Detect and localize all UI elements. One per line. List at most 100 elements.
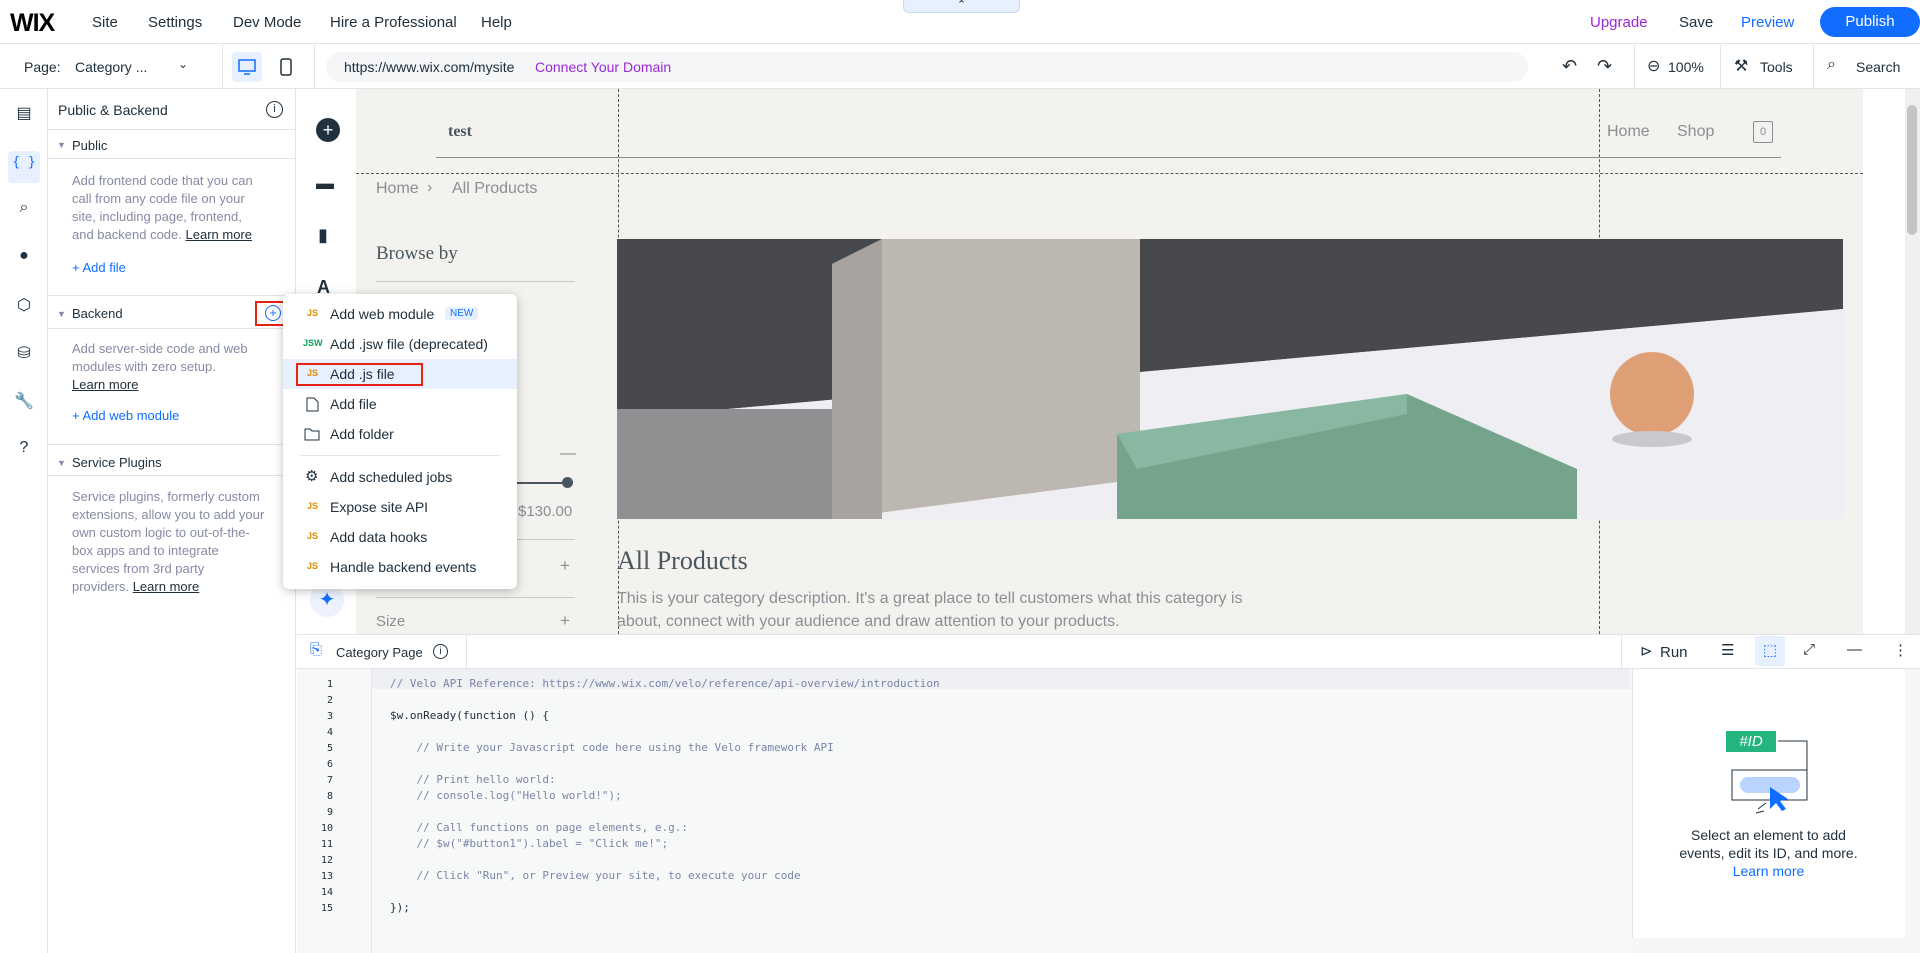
nav-dev-mode[interactable]: Dev Mode <box>233 14 301 31</box>
add-web-module-link[interactable]: + Add web module <box>72 408 179 423</box>
tools-icon: ⚒ <box>1734 58 1749 75</box>
settings-sliders-icon[interactable]: ☰ <box>1721 641 1734 659</box>
collapse-topbar-button[interactable]: ⌃ <box>903 0 1020 13</box>
nav-help[interactable]: Help <box>481 14 512 31</box>
site-nav-home[interactable]: Home <box>1607 123 1650 141</box>
size-filter-label[interactable]: Size <box>376 613 405 630</box>
canvas-scroll-thumb[interactable] <box>1907 105 1917 235</box>
menu-item-add-folder[interactable]: Add folder <box>283 419 517 449</box>
category-heading[interactable]: All Products <box>617 546 748 576</box>
zoom-level[interactable]: 100% <box>1668 59 1704 75</box>
search-icon[interactable]: ⌕ <box>12 199 36 223</box>
divider <box>1720 45 1721 89</box>
public-section-header[interactable]: Public <box>72 138 107 153</box>
menu-item-add-jsw-file[interactable]: JSW Add .jsw file (deprecated) <box>283 329 517 359</box>
plugins-description: Service plugins, formerly custom extensio… <box>72 489 265 594</box>
properties-panel-icon[interactable]: ⬚ <box>1755 636 1785 666</box>
line-number: 13 <box>320 871 333 882</box>
minus-icon[interactable]: — <box>560 445 576 463</box>
page-selector[interactable]: Category ... <box>75 59 147 75</box>
pages-icon[interactable]: ▤ <box>12 103 36 127</box>
code-line: $w.onReady(function () { <box>390 709 549 722</box>
properties-learn-more[interactable]: Learn more <box>1632 862 1905 880</box>
divider <box>376 281 575 282</box>
properties-scrollbar[interactable] <box>1905 669 1920 953</box>
sections-icon[interactable]: ▬ <box>316 173 334 194</box>
backend-section-header[interactable]: Backend <box>72 306 123 321</box>
backend-description: Add server-side code and web modules with… <box>72 340 282 394</box>
help-icon[interactable]: ? <box>12 439 36 463</box>
page-label: Page: <box>24 59 61 75</box>
nav-settings[interactable]: Settings <box>148 14 202 31</box>
code-line: // Call functions on page elements, e.g.… <box>390 821 689 834</box>
nav-hire-professional[interactable]: Hire a Professional <box>330 14 457 31</box>
connect-domain-link[interactable]: Connect Your Domain <box>535 59 671 75</box>
redo-icon[interactable]: ↷ <box>1597 56 1612 77</box>
code-tab-title[interactable]: Category Page <box>336 645 423 660</box>
wrench-icon[interactable]: 🔧 <box>12 391 36 415</box>
desktop-view-button[interactable] <box>232 52 262 82</box>
collapse-icon[interactable]: ▼ <box>57 140 66 150</box>
menu-item-expose-site-api[interactable]: JS Expose site API <box>283 492 517 522</box>
nav-site[interactable]: Site <box>92 14 118 31</box>
line-number: 4 <box>326 727 333 738</box>
plus-icon[interactable]: + <box>560 611 570 631</box>
category-hero-image[interactable] <box>617 239 1843 519</box>
collapse-icon[interactable]: ▼ <box>57 309 66 319</box>
upgrade-link[interactable]: Upgrade <box>1590 14 1648 31</box>
horizontal-scrollbar[interactable] <box>1632 938 1905 953</box>
code-braces-icon: { } <box>12 155 36 170</box>
service-plugins-header[interactable]: Service Plugins <box>72 455 162 470</box>
database-icon[interactable]: ⛁ <box>12 343 36 367</box>
more-icon[interactable]: ⋮ <box>1893 641 1908 659</box>
save-button[interactable]: Save <box>1679 14 1713 31</box>
menu-item-data-hooks[interactable]: JS Add data hooks <box>283 522 517 552</box>
preview-button[interactable]: Preview <box>1741 14 1794 31</box>
site-name[interactable]: test <box>448 123 472 141</box>
wix-logo[interactable]: WIX <box>10 9 55 38</box>
collapse-icon[interactable]: ▼ <box>57 458 66 468</box>
code-line: // console.log("Hello world!"); <box>390 789 622 802</box>
plugins-learn-more[interactable]: Learn more <box>133 579 199 594</box>
price-max: $130.00 <box>518 503 573 520</box>
public-learn-more[interactable]: Learn more <box>186 227 252 242</box>
divider <box>1634 45 1635 89</box>
pages-icon[interactable]: ▮ <box>318 225 328 246</box>
undo-icon[interactable]: ↶ <box>1562 56 1577 77</box>
menu-item-add-file[interactable]: Add file <box>283 389 517 419</box>
run-button[interactable]: Run <box>1660 644 1688 661</box>
zoom-icon: ⊖ <box>1647 58 1661 75</box>
plus-icon[interactable]: + <box>560 556 570 576</box>
gear-icon: ⚙ <box>305 468 319 485</box>
search-button[interactable]: Search <box>1856 59 1900 75</box>
add-elements-icon[interactable]: + <box>316 118 340 142</box>
expand-icon[interactable]: ⤢ <box>1803 641 1815 658</box>
tools-button[interactable]: Tools <box>1760 59 1793 75</box>
add-file-link[interactable]: + Add file <box>72 260 126 275</box>
line-number: 11 <box>320 839 333 850</box>
github-icon[interactable]: ● <box>12 247 36 271</box>
cart-icon[interactable]: 0 <box>1753 121 1773 143</box>
breadcrumb-current: All Products <box>452 180 538 197</box>
chevron-down-icon[interactable]: ⌄ <box>178 57 188 71</box>
search-icon: ⌕ <box>1827 56 1836 73</box>
site-nav-shop[interactable]: Shop <box>1677 123 1714 141</box>
menu-item-add-web-module[interactable]: JS Add web module NEW <box>283 299 517 329</box>
line-number: 3 <box>326 711 333 722</box>
breadcrumb-home[interactable]: Home <box>376 180 419 198</box>
divider <box>48 475 296 476</box>
publish-button[interactable]: Publish <box>1820 7 1920 37</box>
minimize-icon[interactable]: — <box>1847 641 1862 658</box>
price-slider-handle[interactable] <box>562 477 573 488</box>
mobile-view-button[interactable] <box>271 52 301 82</box>
divider <box>222 45 223 89</box>
info-icon[interactable]: i <box>266 101 283 118</box>
menu-item-scheduled-jobs[interactable]: ⚙ Add scheduled jobs <box>283 462 517 492</box>
backend-learn-more[interactable]: Learn more <box>72 376 282 394</box>
menu-item-backend-events[interactable]: JS Handle backend events <box>283 552 517 582</box>
package-icon[interactable]: ⬡ <box>12 295 36 319</box>
js-file-icon: JS <box>307 561 319 571</box>
divider <box>48 158 296 159</box>
info-icon[interactable]: i <box>433 644 448 659</box>
file-icon <box>306 397 319 412</box>
